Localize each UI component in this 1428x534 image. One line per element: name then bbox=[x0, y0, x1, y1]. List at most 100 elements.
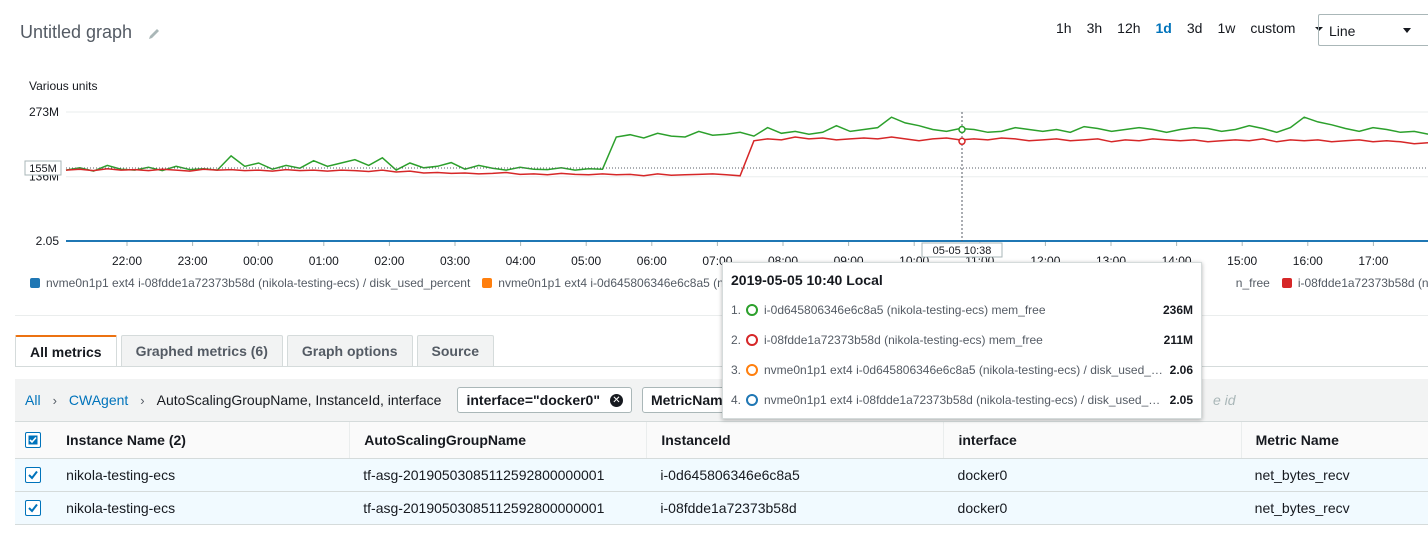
select-all-checkbox[interactable] bbox=[25, 432, 41, 448]
x-tick-label: 02:00 bbox=[374, 254, 404, 268]
series-marker-icon bbox=[746, 304, 758, 316]
x-tick-label: 17:00 bbox=[1358, 254, 1388, 268]
breadcrumb-namespace[interactable]: CWAgent bbox=[69, 392, 128, 408]
tooltip-series-label: nvme0n1p1 ext4 i-08fdde1a72373b58d (niko… bbox=[764, 393, 1164, 407]
check-icon bbox=[28, 503, 38, 513]
x-tick-label: 22:00 bbox=[112, 254, 142, 268]
graph-type-select[interactable]: Line bbox=[1318, 14, 1428, 46]
graph-title[interactable]: Untitled graph bbox=[20, 22, 132, 43]
metrics-tabs: All metrics Graphed metrics (6) Graph op… bbox=[15, 335, 498, 367]
legend-swatch bbox=[482, 278, 493, 288]
series-line bbox=[65, 116, 1428, 172]
legend-item[interactable]: nvme0n1p1 ext4 i-0d645806346e6c8a5 (n bbox=[482, 276, 724, 290]
filter-token-metricname[interactable]: MetricName bbox=[641, 387, 732, 413]
close-icon[interactable]: ✕ bbox=[609, 393, 623, 407]
tooltip-series-value: 2.05 bbox=[1169, 393, 1193, 407]
cursor-point bbox=[958, 125, 966, 134]
tooltip-row: 3. nvme0n1p1 ext4 i-0d645806346e6c8a5 (n… bbox=[731, 361, 1193, 379]
row-checkbox[interactable] bbox=[25, 467, 41, 483]
tab-graphed-metrics[interactable]: Graphed metrics (6) bbox=[120, 335, 283, 366]
cell-asg-name: tf-asg-20190503085112592800000001 bbox=[363, 467, 605, 483]
table-row[interactable]: nikola-testing-ecs tf-asg-20190503085112… bbox=[15, 459, 1428, 492]
x-tick-label: 00:00 bbox=[243, 254, 273, 268]
tooltip-series-label: i-08fdde1a72373b58d (nikola-testing-ecs)… bbox=[764, 333, 1043, 347]
table-row[interactable]: nikola-testing-ecs tf-asg-20190503085112… bbox=[15, 492, 1428, 525]
x-tick-label: 05:00 bbox=[571, 254, 601, 268]
tooltip-index: 2. bbox=[731, 333, 742, 347]
row-select-cell bbox=[15, 459, 52, 491]
range-1d[interactable]: 1d bbox=[1156, 20, 1172, 36]
range-3h[interactable]: 3h bbox=[1087, 20, 1103, 36]
column-header-metric-name[interactable]: Metric Name bbox=[1240, 422, 1428, 458]
range-12h[interactable]: 12h bbox=[1117, 20, 1140, 36]
legend-item[interactable]: i-08fdde1a72373b58d (nikola-testi bbox=[1281, 276, 1428, 290]
line-chart[interactable]: 273M136M2.0522:00 23:00 00:00 01:00 02:00 03:… bbox=[0, 100, 1428, 270]
tab-graph-options[interactable]: Graph options bbox=[286, 335, 413, 366]
metrics-table: Instance Name (2) AutoScalingGroupName I… bbox=[15, 421, 1428, 525]
row-checkbox[interactable] bbox=[25, 500, 41, 516]
cursor-x-label: 05-05 10:38 bbox=[933, 245, 992, 257]
x-tick-label: 01:00 bbox=[309, 254, 339, 268]
column-header-instance-id[interactable]: InstanceId bbox=[646, 422, 943, 458]
legend-item[interactable]: nvme0n1p1 ext4 i-08fdde1a72373b58d (niko… bbox=[30, 276, 470, 290]
range-1h[interactable]: 1h bbox=[1056, 20, 1072, 36]
legend-swatch bbox=[1281, 278, 1292, 288]
cursor-point bbox=[958, 137, 966, 146]
series-marker-icon bbox=[746, 334, 758, 346]
breadcrumb-all[interactable]: All bbox=[25, 392, 41, 408]
cell-instance-id: i-08fdde1a72373b58d bbox=[660, 500, 797, 516]
cursor-y-label: 155M bbox=[29, 163, 57, 175]
cell-interface: docker0 bbox=[957, 500, 1008, 516]
x-tick-label: 06:00 bbox=[637, 254, 667, 268]
tooltip-index: 3. bbox=[731, 363, 742, 377]
series-line bbox=[65, 136, 1428, 177]
filter-token-label: MetricName bbox=[650, 392, 731, 408]
column-header-asg-name[interactable]: AutoScalingGroupName bbox=[349, 422, 646, 458]
select-all-cell bbox=[15, 422, 52, 458]
tooltip-row: 1. i-0d645806346e6c8a5 (nikola-testing-e… bbox=[731, 301, 1193, 319]
tooltip-row: 2. i-08fdde1a72373b58d (nikola-testing-e… bbox=[731, 331, 1193, 349]
y-tick-label: 273M bbox=[29, 105, 59, 119]
column-header-instance-name[interactable]: Instance Name (2) bbox=[52, 422, 349, 458]
range-3d[interactable]: 3d bbox=[1187, 20, 1203, 36]
x-tick-label: 23:00 bbox=[178, 254, 208, 268]
tooltip-series-label: i-0d645806346e6c8a5 (nikola-testing-ecs)… bbox=[764, 303, 1046, 317]
y-tick-label: 2.05 bbox=[36, 234, 60, 248]
tooltip-row: 4. nvme0n1p1 ext4 i-08fdde1a72373b58d (n… bbox=[731, 391, 1193, 409]
x-tick-label: 04:00 bbox=[506, 254, 536, 268]
tab-all-metrics[interactable]: All metrics bbox=[15, 335, 117, 367]
tooltip-index: 1. bbox=[731, 303, 742, 317]
range-1w[interactable]: 1w bbox=[1217, 20, 1235, 36]
caret-down-icon bbox=[1403, 28, 1411, 33]
time-range-bar: 1h 3h 12h 1d 3d 1w custom bbox=[1056, 20, 1353, 36]
chevron-right-icon: › bbox=[140, 392, 145, 408]
tooltip-series-value: 236M bbox=[1162, 303, 1193, 317]
cell-interface: docker0 bbox=[957, 467, 1008, 483]
legend-item[interactable]: n_free bbox=[1236, 276, 1270, 290]
table-header: Instance Name (2) AutoScalingGroupName I… bbox=[15, 421, 1428, 459]
series-marker-icon bbox=[746, 364, 758, 376]
chevron-right-icon: › bbox=[52, 392, 57, 408]
pencil-icon[interactable] bbox=[147, 27, 161, 41]
legend-label: nvme0n1p1 ext4 i-0d645806346e6c8a5 (n bbox=[498, 276, 724, 290]
x-tick-label: 16:00 bbox=[1293, 254, 1323, 268]
legend-label: nvme0n1p1 ext4 i-08fdde1a72373b58d (niko… bbox=[46, 276, 471, 290]
cell-instance-name: nikola-testing-ecs bbox=[66, 467, 176, 483]
search-input[interactable]: e id bbox=[1213, 392, 1236, 408]
x-tick-label: 15:00 bbox=[1227, 254, 1257, 268]
cell-instance-id: i-0d645806346e6c8a5 bbox=[660, 467, 800, 483]
x-tick-label: 03:00 bbox=[440, 254, 470, 268]
series-marker-icon bbox=[746, 394, 758, 406]
column-header-interface[interactable]: interface bbox=[943, 422, 1240, 458]
tooltip-series-label: nvme0n1p1 ext4 i-0d645806346e6c8a5 (niko… bbox=[764, 363, 1164, 377]
cell-metric-name: net_bytes_recv bbox=[1254, 467, 1350, 483]
tooltip-index: 4. bbox=[731, 393, 742, 407]
breadcrumb-dimensions: AutoScalingGroupName, InstanceId, interf… bbox=[156, 392, 442, 408]
tab-source[interactable]: Source bbox=[416, 335, 494, 366]
filter-token-interface[interactable]: interface="docker0" ✕ bbox=[457, 387, 632, 413]
tooltip-series-value: 211M bbox=[1163, 333, 1193, 347]
cell-asg-name: tf-asg-20190503085112592800000001 bbox=[363, 500, 605, 516]
check-icon bbox=[28, 470, 38, 480]
tooltip-title: 2019-05-05 10:40 Local bbox=[731, 272, 883, 288]
check-icon bbox=[28, 435, 38, 445]
